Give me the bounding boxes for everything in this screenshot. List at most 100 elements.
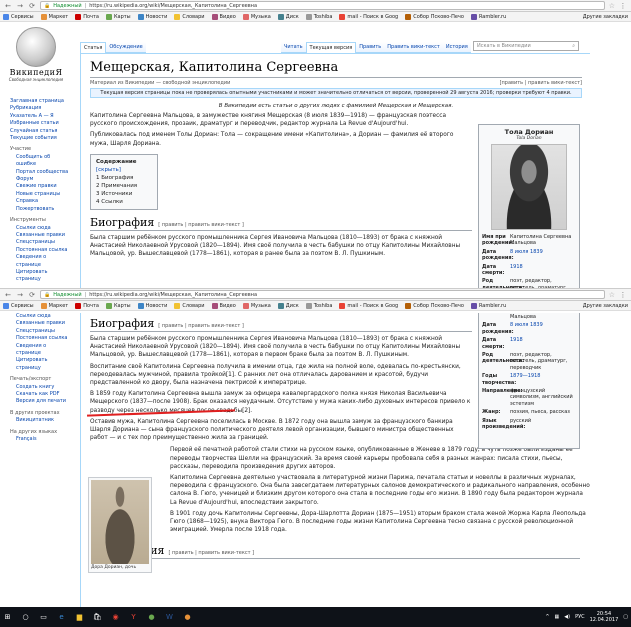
- wikipedia-logo[interactable]: ВикипедиЯ Свободная энциклопедия: [4, 27, 68, 82]
- sidebar-link[interactable]: Заглавная страница: [10, 98, 70, 105]
- word-icon[interactable]: W: [165, 613, 174, 622]
- bookmark-item[interactable]: Сервисы: [3, 13, 34, 20]
- language-indicator[interactable]: РУС: [575, 614, 585, 620]
- page-tab[interactable]: Править вики-текст: [384, 42, 443, 53]
- page-tab[interactable]: Текущая версия: [305, 42, 357, 53]
- portrait-image[interactable]: [491, 144, 567, 230]
- forward-arrow-icon[interactable]: →: [16, 291, 24, 299]
- reload-icon[interactable]: ⟳: [28, 291, 36, 299]
- bookmark-item[interactable]: Rambler.ru: [470, 13, 506, 20]
- bookmark-item[interactable]: Словари: [174, 13, 205, 20]
- bookmark-item[interactable]: mail - Поиск в Goog: [339, 302, 398, 309]
- sidebar-link[interactable]: Свежие правки: [16, 183, 70, 190]
- bookmark-item[interactable]: Музыка: [242, 302, 271, 309]
- bookmark-item[interactable]: Маркет: [40, 302, 68, 309]
- back-arrow-icon[interactable]: ←: [4, 2, 12, 10]
- sidebar-link[interactable]: Спецстраницы: [16, 328, 70, 335]
- file-explorer-icon[interactable]: ▆: [75, 613, 84, 622]
- star-icon[interactable]: ☆: [609, 2, 615, 10]
- edge-browser-icon[interactable]: e: [57, 613, 66, 622]
- toc-item[interactable]: 4 Ссылки: [96, 198, 152, 206]
- sidebar-link[interactable]: Постоянная ссылка: [16, 335, 70, 342]
- notifications-icon[interactable]: ▢: [623, 614, 628, 620]
- page-tab[interactable]: Статья: [80, 42, 107, 53]
- section-edit-links[interactable]: [ править | править вики-текст ]: [168, 550, 254, 556]
- bookmark-item[interactable]: Маркет: [40, 13, 68, 20]
- bookmark-item[interactable]: Музыка: [242, 13, 271, 20]
- search-icon[interactable]: ○: [21, 613, 30, 622]
- search-input[interactable]: Искать в Википедии ⌕: [473, 41, 579, 51]
- section-edit-links[interactable]: [ править | править вики-текст ]: [158, 323, 244, 329]
- bookmark-item[interactable]: Почта: [75, 302, 99, 309]
- sidebar-link[interactable]: Пожертвовать: [16, 206, 70, 213]
- bookmark-item[interactable]: Новости: [137, 13, 167, 20]
- sidebar-link[interactable]: Связанные правки: [16, 320, 70, 327]
- sidebar-link[interactable]: Скачать как PDF: [16, 391, 70, 398]
- bookmark-item[interactable]: Диск: [277, 302, 299, 309]
- menu-icon[interactable]: ⋮: [619, 291, 627, 299]
- bookmark-item[interactable]: Словари: [174, 302, 205, 309]
- back-arrow-icon[interactable]: ←: [4, 291, 12, 299]
- bookmark-item[interactable]: Почта: [75, 13, 99, 20]
- network-icon[interactable]: ▦: [555, 614, 560, 620]
- sidebar-link[interactable]: Текущие события: [10, 135, 70, 142]
- sidebar-link[interactable]: Сведения о странице: [16, 343, 70, 358]
- forward-arrow-icon[interactable]: →: [16, 2, 24, 10]
- bookmark-item[interactable]: Собор Псково-Печо: [405, 302, 464, 309]
- sidebar-link[interactable]: Постоянная ссылка: [16, 247, 70, 254]
- search-icon[interactable]: ⌕: [572, 43, 575, 49]
- bookmark-item[interactable]: Карты: [105, 302, 131, 309]
- page-tab[interactable]: Обсуждение: [106, 42, 146, 53]
- bookmark-item[interactable]: Новости: [137, 302, 167, 309]
- sidebar-link[interactable]: Рубрикация: [10, 105, 70, 112]
- bookmark-item[interactable]: Карты: [105, 13, 131, 20]
- sidebar-link[interactable]: Справка: [16, 198, 70, 205]
- sidebar-link[interactable]: Форум: [16, 176, 70, 183]
- sidebar-link[interactable]: Ссылки сюда: [16, 313, 70, 320]
- star-icon[interactable]: ☆: [609, 291, 615, 299]
- store-icon[interactable]: 🛍: [93, 613, 102, 622]
- volume-icon[interactable]: ◀): [564, 614, 570, 620]
- bookmark-item[interactable]: Сервисы: [3, 302, 34, 309]
- bookmark-item[interactable]: Rambler.ru: [470, 302, 506, 309]
- bookmark-item[interactable]: Toshiba: [305, 13, 332, 20]
- sidebar-link[interactable]: Портал сообщества: [16, 169, 70, 176]
- page-tab[interactable]: Читать: [281, 42, 306, 53]
- app-icon[interactable]: ●: [183, 613, 192, 622]
- sidebar-link[interactable]: Связанные правки: [16, 232, 70, 239]
- toc-hide-link[interactable]: [скрыть]: [96, 167, 121, 173]
- other-bookmarks[interactable]: Другие закладки: [583, 14, 628, 20]
- bookmark-item[interactable]: Видео: [211, 302, 236, 309]
- sidebar-link[interactable]: Версия для печати: [16, 398, 70, 405]
- yandex-icon[interactable]: Y: [129, 613, 138, 622]
- other-bookmarks[interactable]: Другие закладки: [583, 303, 628, 309]
- sidebar-link[interactable]: Ссылки сюда: [16, 225, 70, 232]
- bookmark-item[interactable]: Toshiba: [305, 302, 332, 309]
- sidebar-link[interactable]: Сведения о странице: [16, 254, 70, 269]
- photo-thumbnail[interactable]: Дора Дориан, дочь: [88, 477, 152, 573]
- sidebar-link[interactable]: Спецстраницы: [16, 239, 70, 246]
- sidebar-link[interactable]: Сообщить об ошибке: [16, 154, 70, 169]
- start-button-icon[interactable]: ⊞: [3, 613, 12, 622]
- sidebar-link[interactable]: Создать книгу: [16, 384, 70, 391]
- toc-item[interactable]: 1 Биография: [96, 174, 152, 182]
- section-edit-links[interactable]: [ править | править вики-текст ]: [158, 222, 244, 228]
- toc-item[interactable]: 3 Источники: [96, 190, 152, 198]
- sidebar-link[interactable]: Указатель А — Я: [10, 113, 70, 120]
- chrome-icon[interactable]: ◉: [111, 613, 120, 622]
- page-tab[interactable]: Править: [356, 42, 385, 53]
- sidebar-link[interactable]: Викицитатник: [16, 417, 70, 424]
- sidebar-link[interactable]: Новые страницы: [16, 191, 70, 198]
- chevron-up-icon[interactable]: ^: [545, 614, 549, 620]
- bookmark-item[interactable]: mail - Поиск в Goog: [339, 13, 398, 20]
- bookmark-item[interactable]: Диск: [277, 13, 299, 20]
- bookmark-item[interactable]: Видео: [211, 13, 236, 20]
- app-icon[interactable]: ●: [147, 613, 156, 622]
- toc-item[interactable]: 2 Примечания: [96, 182, 152, 190]
- sidebar-link[interactable]: Цитировать страницу: [16, 269, 70, 284]
- title-edit-links[interactable]: [править | править вики-текст]: [500, 80, 582, 86]
- sidebar-link[interactable]: Français: [16, 436, 70, 443]
- sidebar-link[interactable]: Цитировать страницу: [16, 357, 70, 372]
- task-view-icon[interactable]: ▭: [39, 613, 48, 622]
- reload-icon[interactable]: ⟳: [28, 2, 36, 10]
